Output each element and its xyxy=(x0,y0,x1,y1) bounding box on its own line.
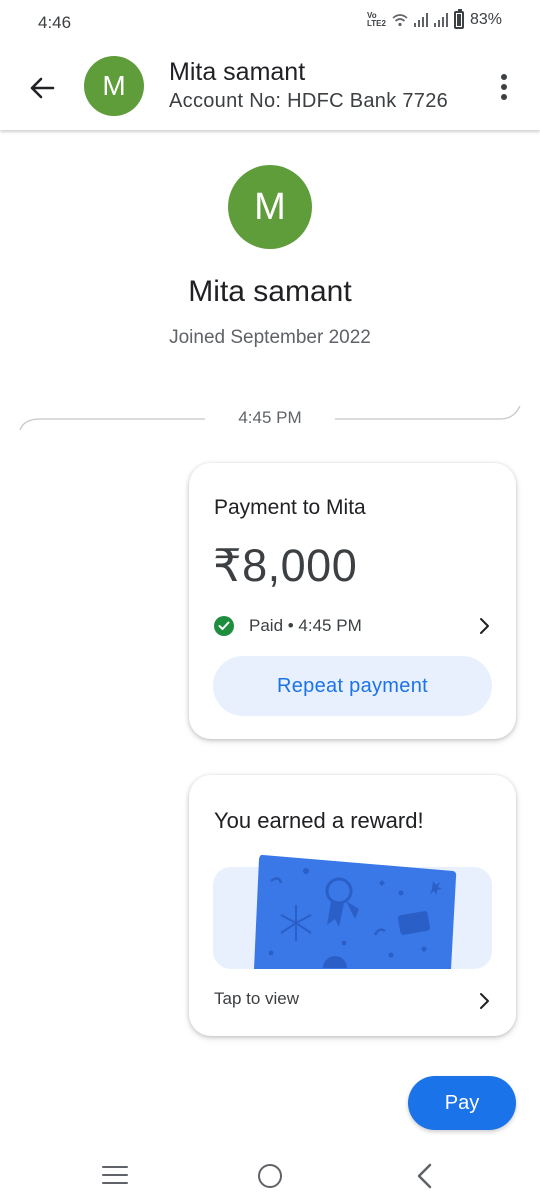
repeat-payment-button[interactable]: Repeat payment xyxy=(213,656,492,716)
signal-icon-1 xyxy=(413,13,428,27)
payment-title: Payment to Mita xyxy=(214,496,366,519)
profile-name: Mita samant xyxy=(188,275,352,308)
wifi-icon xyxy=(392,14,408,27)
check-circle-icon xyxy=(214,616,234,636)
divider-timestamp: 4:45 PM xyxy=(238,408,302,427)
profile-joined-date: Joined September 2022 xyxy=(169,327,371,348)
status-time: 4:46 xyxy=(38,13,72,32)
timestamp-divider: 4:45 PM xyxy=(0,400,540,440)
profile-avatar: M xyxy=(228,165,312,249)
chevron-left-icon[interactable] xyxy=(413,1163,437,1189)
status-icons: Vo LTE2 83% xyxy=(367,9,502,29)
signal-icon-2 xyxy=(433,13,448,27)
app-header: M Mita samant Account No: HDFC Bank 7726 xyxy=(0,44,540,130)
chevron-right-icon xyxy=(480,993,489,1009)
reward-card[interactable]: You earned a reward! Tap to view xyxy=(189,775,516,1036)
volte-icon: Vo LTE2 xyxy=(367,11,386,28)
status-bar: 4:46 Vo LTE2 83% xyxy=(0,0,540,44)
battery-icon xyxy=(453,9,464,29)
circle-home-icon[interactable] xyxy=(258,1164,282,1188)
menu-icon[interactable] xyxy=(102,1164,128,1186)
pay-button[interactable]: Pay xyxy=(408,1076,516,1130)
tap-to-view-row[interactable]: Tap to view xyxy=(214,989,494,1011)
payment-amount: ₹8,000 xyxy=(213,540,358,591)
more-vert-icon xyxy=(501,74,507,80)
arrow-left-icon xyxy=(30,77,55,99)
scratch-card-icon xyxy=(254,854,457,969)
more-options-button[interactable] xyxy=(492,70,516,104)
battery-percent: 83% xyxy=(469,11,502,28)
header-contact-name: Mita samant xyxy=(169,58,306,86)
back-button[interactable] xyxy=(22,68,62,108)
payment-status-row[interactable]: Paid • 4:45 PM xyxy=(214,614,494,638)
header-account-number: Account No: HDFC Bank 7726 xyxy=(169,90,449,112)
payment-card[interactable]: Payment to Mita ₹8,000 Paid • 4:45 PM Re… xyxy=(189,463,516,739)
chevron-right-icon xyxy=(480,618,489,634)
header-avatar[interactable]: M xyxy=(84,56,144,116)
system-nav-bar xyxy=(0,1150,540,1204)
tap-to-view-label: Tap to view xyxy=(214,989,300,1008)
reward-banner[interactable] xyxy=(213,854,492,969)
payment-status: Paid • 4:45 PM xyxy=(249,616,362,635)
reward-title: You earned a reward! xyxy=(214,808,424,833)
